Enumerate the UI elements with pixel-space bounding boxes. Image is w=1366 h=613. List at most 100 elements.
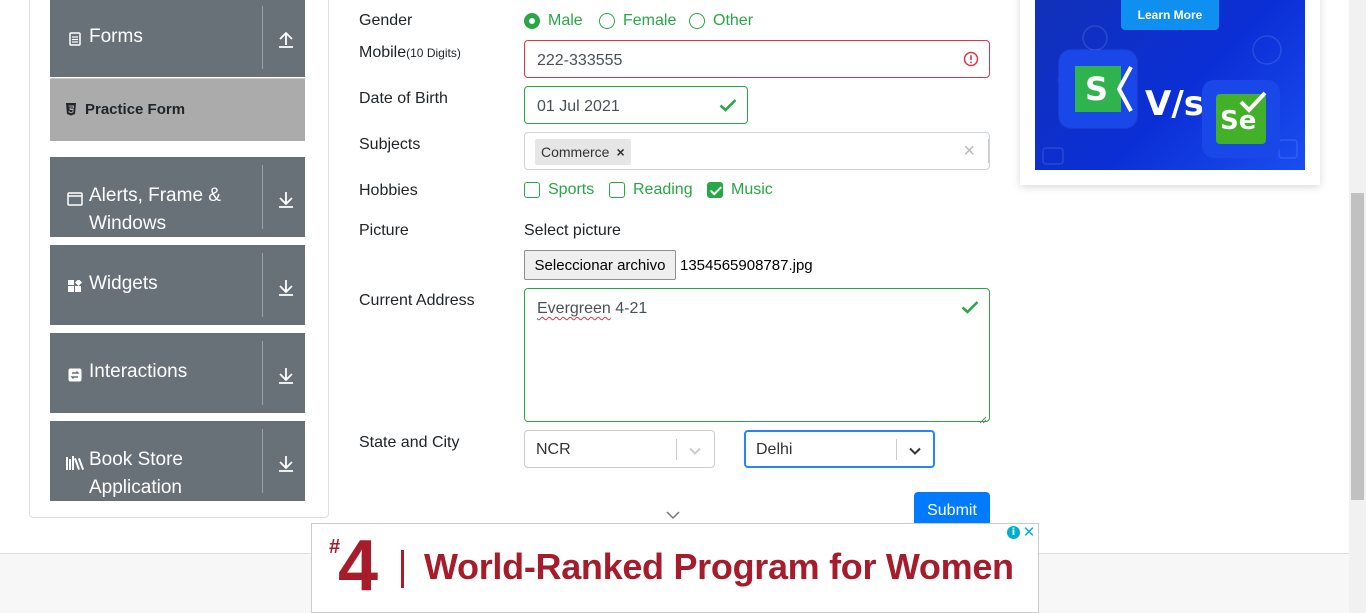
selenium-logo: Se (1202, 80, 1280, 158)
clear-icon[interactable]: × (963, 140, 975, 163)
address-value-word: Evergreen (537, 300, 611, 317)
selenium-check-icon (1239, 91, 1267, 113)
subject-chip: Commerce × (535, 139, 631, 165)
chevron-down-icon[interactable] (688, 444, 702, 456)
chip-remove-icon[interactable]: × (616, 144, 624, 160)
checkbox-label: Reading (633, 181, 693, 198)
side-ad-banner[interactable]: Learn More S V/s Se (1035, 0, 1305, 170)
divider (262, 429, 263, 493)
scrollbar-thumb[interactable] (1351, 193, 1364, 500)
current-address-textarea[interactable]: Evergreen 4-21 (524, 288, 990, 424)
radio-label: Male (548, 12, 583, 29)
chevron-down-icon[interactable] (666, 510, 680, 520)
sidebar-group-forms[interactable]: Forms (50, 0, 305, 77)
sidebar-group-label: Interactions (89, 361, 188, 382)
sidebar-group-label: Alerts, Frame & (89, 185, 221, 206)
bottom-ad-banner[interactable]: # 4 World-Ranked Program for Women i ✕ (311, 523, 1039, 613)
sidebar-group-label: Book Store (89, 449, 183, 470)
sidebar-item-practice-form[interactable]: Practice Form (50, 78, 305, 141)
state-select[interactable]: NCR (524, 430, 715, 468)
hobby-checkbox-sports[interactable]: Sports (524, 180, 594, 200)
hobby-checkbox-reading[interactable]: Reading (609, 180, 693, 200)
valid-check-icon (719, 98, 737, 112)
interactions-icon (67, 367, 83, 383)
radio-label: Female (623, 12, 677, 29)
picture-label: Picture (359, 222, 409, 239)
sidebar-group-book-store[interactable]: Book Store Application (50, 421, 305, 501)
city-value: Delhi (756, 441, 793, 458)
city-select[interactable]: Delhi (744, 430, 935, 468)
learn-more-button[interactable]: Learn More (1121, 0, 1219, 30)
hobby-checkbox-music[interactable]: Music (707, 180, 773, 200)
gender-radio-female[interactable]: Female (599, 11, 676, 31)
widgets-icon (67, 279, 83, 295)
divider (676, 439, 677, 460)
sidebar-group-label-line2: Application (89, 477, 182, 498)
ad-headline: World-Ranked Program for Women (424, 546, 1014, 587)
ad-rank-number: 4 (338, 526, 379, 606)
error-icon (963, 51, 979, 67)
ad-divider (401, 550, 404, 588)
dob-value: 01 Jul 2021 (537, 98, 620, 115)
window-icon (67, 191, 83, 207)
file-name: 1354565908787.jpg (680, 257, 813, 274)
ad-close-icon[interactable]: ✕ (1022, 524, 1036, 541)
radio-label: Other (713, 12, 754, 29)
divider (262, 253, 263, 317)
download-arrow-icon[interactable] (277, 455, 295, 473)
sidebar-group-interactions[interactable]: Interactions (50, 333, 305, 413)
upload-arrow-icon[interactable] (277, 31, 295, 49)
gender-label: Gender (359, 12, 413, 29)
chevron-down-icon[interactable] (908, 444, 922, 456)
mobile-label-text: Mobile (359, 44, 407, 61)
valid-check-icon (961, 300, 979, 314)
address-value: Evergreen 4-21 (537, 300, 647, 318)
address-label: Current Address (359, 292, 475, 309)
ad-info-icon[interactable]: i (1007, 526, 1020, 539)
checkbox-label: Sports (548, 181, 595, 198)
choose-file-button[interactable]: Seleccionar archivo (524, 250, 676, 280)
dob-label: Date of Birth (359, 90, 448, 107)
address-value-rest: 4-21 (610, 300, 648, 317)
download-arrow-icon[interactable] (277, 191, 295, 209)
subject-chip-label: Commerce (541, 144, 610, 160)
download-arrow-icon[interactable] (277, 279, 295, 297)
checkbox[interactable] (524, 182, 540, 198)
divider (896, 439, 897, 460)
divider (262, 165, 263, 229)
katalon-logo-letter: S (1085, 70, 1109, 108)
mobile-value: 222-333555 (537, 52, 623, 69)
checkbox-checked[interactable] (707, 182, 723, 198)
html5-icon (65, 102, 77, 116)
radio-button-checked[interactable] (524, 13, 540, 29)
checkbox[interactable] (609, 182, 625, 198)
state-value: NCR (536, 441, 571, 458)
versus-text: V/s (1145, 84, 1204, 124)
date-of-birth-input[interactable]: 01 Jul 2021 (524, 86, 748, 124)
mobile-hint: (10 Digits) (406, 46, 461, 60)
gender-radio-male[interactable]: Male (524, 11, 583, 31)
katalon-logo: S (1059, 50, 1137, 128)
sidebar-item-label: Practice Form (85, 101, 186, 118)
sidebar-group-widgets[interactable]: Widgets (50, 245, 305, 325)
mobile-input[interactable]: 222-333555 (524, 40, 990, 78)
state-city-label: State and City (359, 434, 460, 451)
radio-button[interactable] (689, 13, 705, 29)
resize-handle-icon[interactable] (979, 411, 987, 424)
subjects-input[interactable]: Commerce × × (524, 132, 990, 170)
mobile-label: Mobile(10 Digits) (359, 44, 461, 62)
radio-button[interactable] (599, 13, 615, 29)
download-arrow-icon[interactable] (277, 367, 295, 385)
books-icon (66, 455, 86, 471)
sidebar-group-label: Forms (89, 26, 143, 47)
katalon-logo-mark: S (1075, 66, 1121, 112)
hobbies-label: Hobbies (359, 182, 418, 199)
document-icon (67, 31, 83, 47)
divider (262, 6, 263, 69)
select-picture-label: Select picture (524, 222, 621, 239)
sidebar-group-alerts[interactable]: Alerts, Frame & Windows (50, 157, 305, 237)
katalon-chevron (1117, 66, 1133, 112)
gender-radio-other[interactable]: Other (689, 11, 753, 31)
sidebar-group-label-line2: Windows (89, 213, 167, 234)
divider (988, 139, 989, 163)
